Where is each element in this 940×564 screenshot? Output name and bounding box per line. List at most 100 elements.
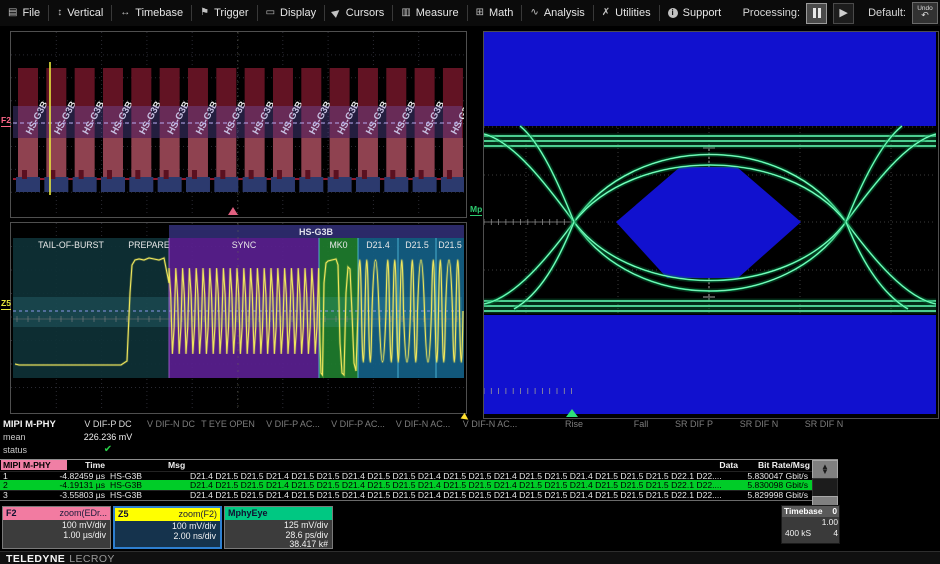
status-check-icon: ✔ [104, 444, 112, 455]
menu-item-timebase[interactable]: ↔ Timebase [112, 4, 191, 22]
measure-row-title: MIPI M-PHY [3, 419, 56, 430]
burst-waveform: HS-G3BHS-G3BHS-G3BHS-G3BHS-G3BHS-G3BHS-G… [11, 32, 464, 215]
col-header-bitrate[interactable]: Bit Rate/Msg [748, 460, 810, 470]
col-header-time[interactable]: Time [40, 460, 105, 470]
menu-item-label: Measure [416, 7, 459, 19]
processing-play-button[interactable]: ▶ [833, 3, 854, 24]
timebase-header-right: 0 [832, 506, 837, 517]
decode-section-label: D21.5 [405, 240, 429, 250]
measure-col-v-dif-n-ac-[interactable]: V DIF-N AC... [396, 419, 451, 429]
eye-diagram-panel[interactable] [483, 31, 939, 419]
measure-col-sr-dif-p[interactable]: SR DIF P [675, 419, 713, 429]
menu-item-math[interactable]: ⊞Math [468, 4, 522, 22]
math-icon: ⊞ [476, 8, 484, 18]
scrollbar-track[interactable] [812, 478, 838, 497]
trace-label-f2[interactable]: F2 [1, 116, 11, 127]
row-data: D21.4 D21.5 D21.5 D21.4 D21.5 D21.5 D21.… [190, 491, 738, 500]
display-icon: ▭ [266, 8, 275, 18]
col-header-data[interactable]: Data [640, 460, 738, 470]
menu-item-label: Utilities [615, 7, 650, 19]
burst-overview-panel[interactable]: HS-G3BHS-G3BHS-G3BHS-G3BHS-G3BHS-G3BHS-G… [10, 31, 467, 218]
timebase-samples: 400 kS [785, 528, 811, 539]
timebase-line1: 1.00 [782, 517, 839, 528]
menu-item-trigger[interactable]: ⚑Trigger [192, 4, 256, 22]
measure-col-sr-dif-n[interactable]: SR DIF N [805, 419, 844, 429]
col-header-msg[interactable]: Msg [168, 460, 185, 470]
descriptor-box-f2[interactable]: F2zoom(EDr...100 mV/div1.00 µs/div [2, 506, 111, 549]
decode-section-label: SYNC [232, 240, 257, 250]
measure-col-rise[interactable]: Rise [565, 419, 583, 429]
processing-pause-button[interactable] [806, 3, 827, 24]
descriptor-title: zoom(F2) [178, 508, 217, 521]
eye-mask-center [616, 167, 801, 278]
measure-icon: ▥ [401, 8, 410, 18]
timebase-rate: 4 [833, 528, 838, 539]
menu-item-display[interactable]: ▭ Display [258, 4, 325, 22]
menu-item-analysis[interactable]: ∿Analysis [522, 4, 592, 22]
utilities-icon: ✗ [602, 8, 610, 18]
menu-bar: ▤ File ↕ Vertical ↔ Timebase ⚑Trigger ▭ Display ▶… [0, 0, 940, 26]
timebase-title: Timebase [784, 506, 823, 517]
vertical-arrows-icon: ↕ [57, 8, 62, 18]
menu-item-cursors[interactable]: ▶Cursors [325, 4, 392, 22]
menu-item-vertical[interactable]: ↕ Vertical [49, 4, 111, 22]
analysis-icon: ∿ [530, 8, 538, 18]
menu-item-utilities[interactable]: ✗ Utilities [594, 4, 659, 22]
descriptor-line: 2.00 ns/div [115, 532, 216, 542]
measure-col-t-eye-open[interactable]: T EYE OPEN [201, 419, 255, 429]
timebase-descriptor-box[interactable]: Timebase 0 1.00 400 kS 4 [781, 505, 840, 544]
decode-section-label: TAIL-OF-BURST [38, 240, 104, 250]
play-icon: ▶ [839, 8, 847, 19]
descriptor-line: 38.417 k# [225, 540, 328, 550]
scroll-down-icon: ▼ [821, 470, 829, 475]
descriptor-header: Z5 zoom(F2) [115, 508, 220, 521]
default-label: Default: [868, 7, 906, 19]
file-icon: ▤ [8, 8, 17, 18]
pause-icon [813, 8, 816, 18]
decode-section-label: PREPARE [128, 240, 170, 250]
eye-mask-top [484, 32, 936, 126]
decode-section-label: D21.4 [366, 240, 390, 250]
oscilloscope-app: ▤ File ↕ Vertical ↔ Timebase ⚑Trigger ▭ Display ▶… [0, 0, 940, 564]
undo-button[interactable]: Undo ↶ [912, 2, 938, 24]
zoom-decode-panel[interactable]: TAIL-OF-BURSTPREPARESYNCMK0D21.4D21.5D21… [10, 222, 467, 414]
menu-item-label: Vertical [67, 7, 103, 19]
measure-col-v-dif-n-ac-[interactable]: V DIF-N AC... [463, 419, 518, 429]
trace-label-mp[interactable]: Mp [470, 205, 482, 216]
descriptor-box-mphyeye[interactable]: MphyEye125 mV/div28.6 ps/div38.417 k# [224, 506, 333, 549]
decode-section-label: MK0 [329, 240, 347, 250]
measure-col-v-dif-n-dc[interactable]: V DIF-N DC [147, 419, 195, 429]
menu-item-label: Timebase [135, 7, 183, 19]
trace-label-z5[interactable]: Z5 [1, 299, 11, 310]
decode-table: MIPI M-PHY Time Msg Data Bit Rate/Msg 1-… [0, 459, 838, 501]
table-scrollbar: ▲ ▼ [812, 460, 837, 505]
menu-right-cluster: Processing: ▶ Default: Undo ↶ [743, 0, 938, 26]
measure-col-fall[interactable]: Fall [634, 419, 649, 429]
menu-item-label: Trigger [214, 7, 248, 19]
menu-item-measure[interactable]: ▥ Measure [393, 4, 466, 22]
descriptor-id: Z5 [118, 508, 129, 521]
scrollbar-up-down-button[interactable]: ▲ ▼ [812, 460, 838, 479]
menu-item-file[interactable]: ▤ File [0, 4, 48, 22]
descriptor-header: F2zoom(EDr... [3, 507, 110, 520]
measure-col-v-dif-p-ac-[interactable]: V DIF-P AC... [331, 419, 385, 429]
menu-items: ▤ File ↕ Vertical ↔ Timebase ⚑Trigger ▭ Display ▶… [0, 0, 729, 26]
brand-lecroy: LECROY [69, 553, 115, 564]
decode-table-header: MIPI M-PHY Time Msg Data Bit Rate/Msg [0, 460, 838, 471]
menu-item-label: File [22, 7, 40, 19]
menu-item-support[interactable]: iSupport [660, 4, 730, 22]
processing-label: Processing: [743, 7, 800, 19]
descriptor-box-z5[interactable]: Z5zoom(F2)100 mV/div2.00 ns/div [113, 506, 222, 549]
measure-stat-mean-label: mean [3, 432, 26, 442]
measure-col-v-dif-p-dc[interactable]: V DIF-P DC [84, 419, 131, 429]
descriptor-line: 1.00 µs/div [3, 531, 106, 541]
measure-col-v-dif-p-ac-[interactable]: V DIF-P AC... [266, 419, 320, 429]
horizontal-arrows-icon: ↔ [120, 8, 130, 18]
row-time: -3.55803 µs [40, 491, 105, 500]
brand-footer: TELEDYNE LECROY [0, 551, 940, 564]
undo-arrow-icon: ↶ [921, 11, 929, 20]
measure-col-sr-dif-n[interactable]: SR DIF N [740, 419, 779, 429]
menu-item-label: Display [280, 7, 316, 19]
eye-trigger-marker-icon [566, 409, 578, 417]
table-row[interactable]: 3-3.55803 µsHS-G3BD21.4 D21.5 D21.5 D21.… [0, 490, 838, 500]
